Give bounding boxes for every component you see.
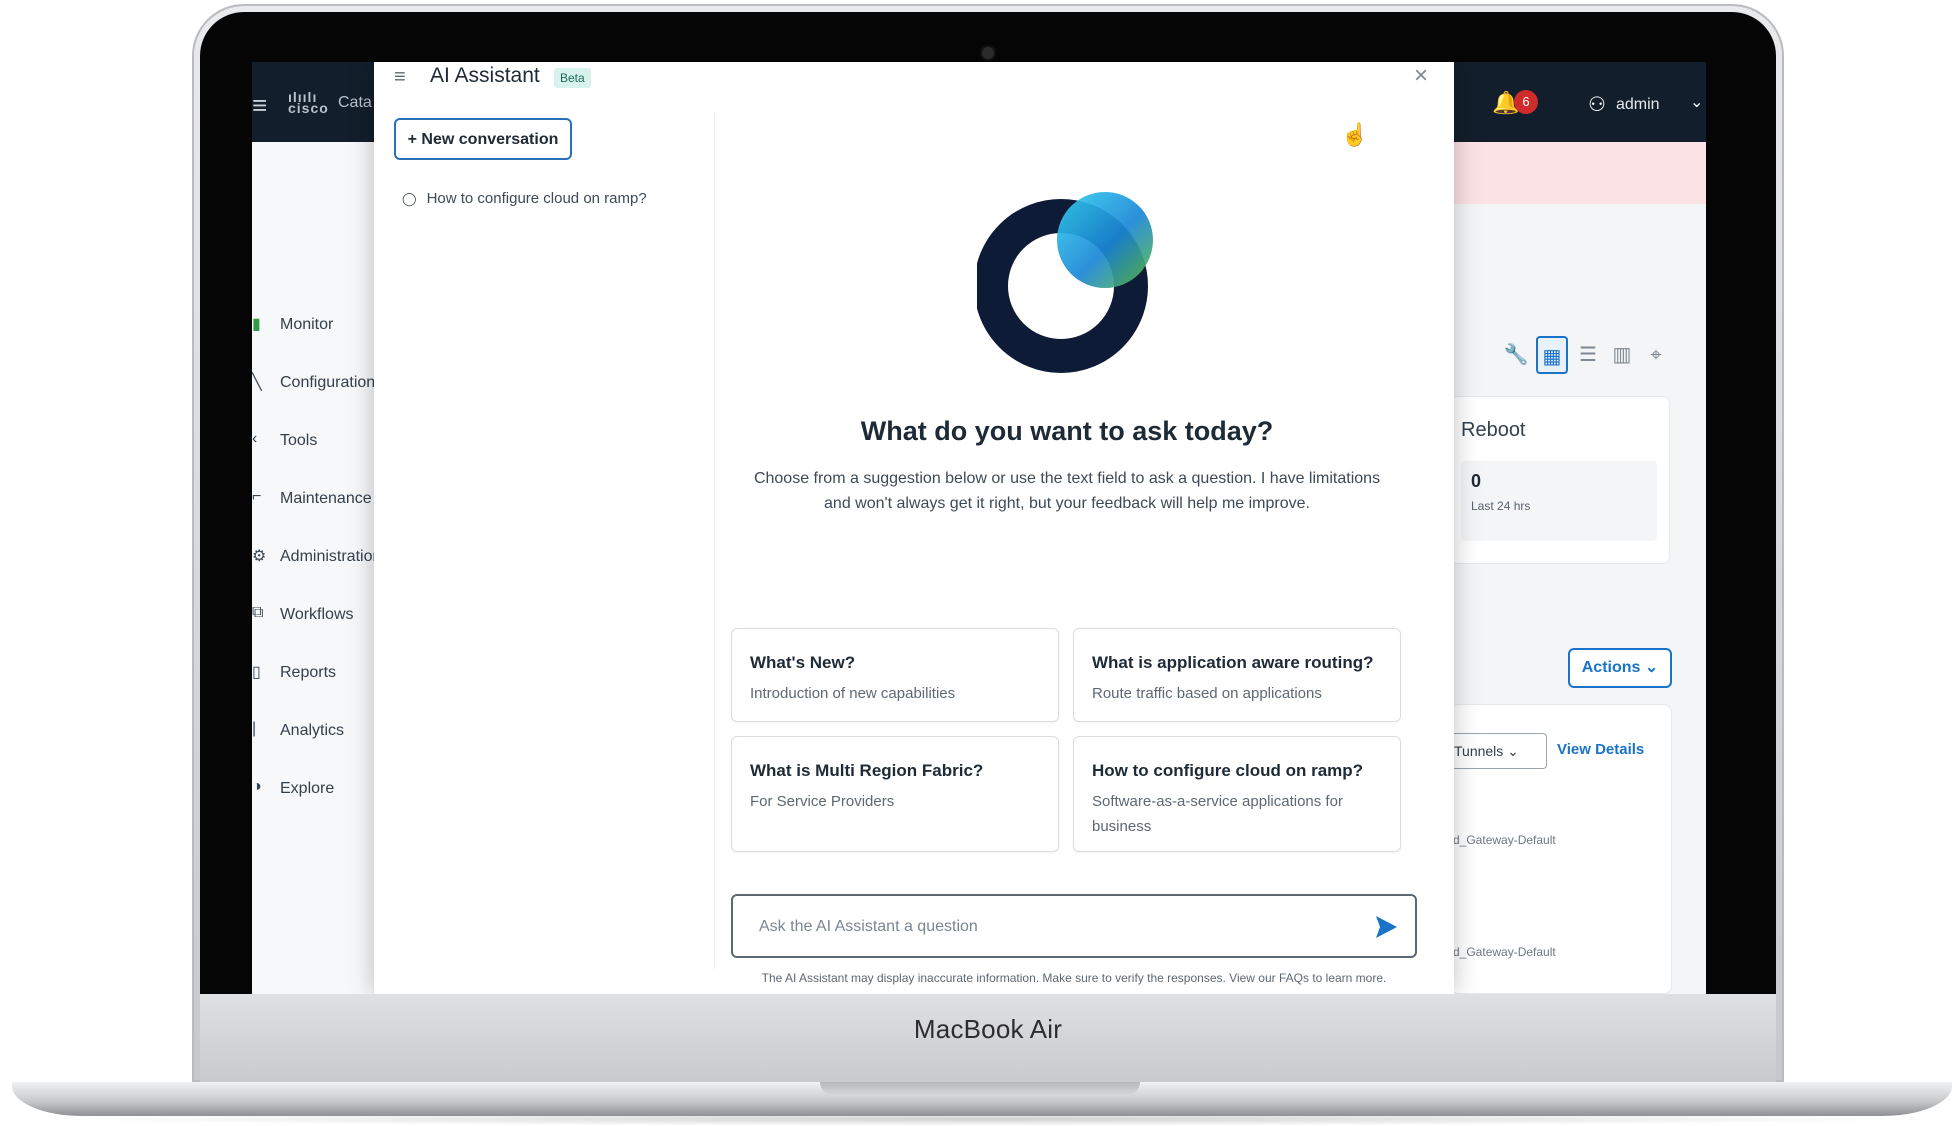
sidebar-item-monitor[interactable]: ▮ Monitor: [252, 312, 392, 340]
sidebar-item-administration[interactable]: ⚙ Administration: [252, 544, 392, 572]
chart-view-icon[interactable]: ▥: [1606, 336, 1638, 374]
chevron-down-icon[interactable]: ⌄: [1690, 92, 1703, 112]
suggestion-subtitle: Route traffic based on applications: [1092, 685, 1322, 702]
cisco-logo: ılıılı cisco: [288, 89, 329, 116]
reboot-title: Reboot: [1461, 419, 1526, 441]
monitor-icon: ▮: [252, 316, 261, 333]
reports-icon: ▯: [252, 664, 261, 681]
tools-icon: ‹: [252, 430, 258, 447]
suggestion-title: What's New?: [750, 653, 856, 672]
list-view-icon[interactable]: ☰: [1572, 336, 1604, 374]
sidebar-item-reports[interactable]: ▯ Reports: [252, 660, 392, 688]
reboot-period: Last 24 hrs: [1471, 499, 1531, 513]
menu-icon[interactable]: ≡: [252, 90, 267, 121]
new-conversation-button[interactable]: + New conversation: [394, 118, 572, 160]
assistant-main-panel: ☝ What do you want to ask today? Choose …: [714, 112, 1418, 985]
sidebar-item-tools[interactable]: ‹ Tools: [252, 428, 392, 456]
suggestion-card[interactable]: What is application aware routing? Route…: [1073, 628, 1401, 722]
sidebar-item-configuration[interactable]: ╲ Configuration: [252, 370, 392, 398]
suggestion-title: What is application aware routing?: [1092, 653, 1374, 672]
ask-input[interactable]: [757, 914, 1317, 940]
suggestion-card[interactable]: How to configure cloud on ramp? Software…: [1073, 736, 1401, 852]
suggestion-card[interactable]: What is Multi Region Fabric? For Service…: [731, 736, 1059, 852]
laptop-opening-notch: [820, 1082, 1140, 1096]
suggestion-subtitle: Introduction of new capabilities: [750, 685, 956, 702]
beta-badge: Beta: [554, 68, 591, 88]
map-pin-icon[interactable]: ⌖: [1640, 336, 1672, 374]
sidebar-item-maintenance[interactable]: ⌐ Maintenance: [252, 486, 392, 514]
configuration-icon: ╲: [252, 374, 262, 391]
app-sidebar: ▮ Monitor ╲ Configuration ‹ Tools ⌐ Maintena…: [252, 142, 382, 994]
grid-view-icon[interactable]: ▦: [1536, 336, 1568, 374]
assistant-title: AI Assistant: [430, 64, 540, 87]
user-icon[interactable]: ⚇: [1588, 92, 1606, 117]
reboot-stat: 0 Last 24 hrs: [1461, 461, 1657, 541]
suggestion-title: How to configure cloud on ramp?: [1092, 761, 1364, 780]
suggestion-title: What is Multi Region Fabric?: [750, 761, 984, 780]
sidebar-item-explore[interactable]: ◑ Explore: [252, 776, 392, 804]
actions-label: Actions: [1581, 659, 1641, 676]
hand-cursor-icon: ☝: [1341, 122, 1369, 147]
gateway-row: d_Gateway-Default: [1453, 833, 1556, 847]
history-item-label: How to configure cloud on ramp?: [426, 190, 647, 207]
gateway-row: d_Gateway-Default: [1453, 945, 1556, 959]
ai-assistant-logo: [977, 192, 1153, 373]
disclaimer-text: The AI Assistant may display inaccurate …: [761, 971, 1387, 985]
send-icon[interactable]: [1369, 910, 1403, 944]
view-details-link[interactable]: View Details: [1557, 741, 1644, 758]
tunnels-dropdown[interactable]: Tunnels ⌄: [1451, 733, 1547, 769]
close-icon[interactable]: ×: [1414, 62, 1428, 90]
camera-icon: [980, 45, 996, 61]
tunnels-label: Tunnels: [1454, 743, 1504, 759]
dashboard-right-panel: 🔧 ▦ ☰ ▥ ⌖ Reboot 0 Last 24 hrs Actions ⌄…: [1450, 204, 1706, 994]
actions-button[interactable]: Actions ⌄: [1568, 648, 1672, 688]
screen: ≡ ılıılı cisco Cata 🔔 6 ⚇ admin ⌄ ▮ Monito…: [252, 62, 1706, 994]
welcome-heading: What do you want to ask today?: [860, 416, 1274, 446]
menu-icon[interactable]: ≡: [394, 66, 406, 89]
explore-icon: ◑: [252, 778, 262, 795]
alert-banner: [1450, 142, 1706, 204]
sidebar-item-analytics[interactable]: | Analytics: [252, 718, 392, 746]
app-name: Cata: [338, 94, 372, 111]
suggestion-card[interactable]: What's New? Introduction of new capabili…: [731, 628, 1059, 722]
ask-input-box: [731, 894, 1417, 958]
reboot-card: Reboot 0 Last 24 hrs: [1450, 396, 1670, 564]
chat-bubble-icon: ◯: [402, 191, 417, 206]
welcome-subtext: Choose from a suggestion below or use th…: [753, 470, 1381, 512]
suggestion-subtitle: For Service Providers: [750, 793, 895, 810]
sidebar-item-workflows[interactable]: ⧉ Workflows: [252, 602, 392, 630]
wrench-icon[interactable]: 🔧: [1500, 336, 1532, 374]
suggestion-subtitle: Software-as-a-service applications for b…: [1092, 793, 1343, 835]
administration-icon: ⚙: [252, 548, 267, 565]
reboot-count: 0: [1471, 471, 1482, 491]
ai-assistant-dialog: ≡ AI Assistant Beta × + New conversation…: [374, 62, 1454, 994]
analytics-icon: |: [252, 720, 257, 737]
notification-badge: 6: [1514, 90, 1538, 114]
tunnels-card: Tunnels ⌄ View Details d_Gateway-Default…: [1450, 704, 1672, 994]
username[interactable]: admin: [1616, 96, 1660, 114]
maintenance-icon: ⌐: [252, 488, 262, 505]
history-item[interactable]: ◯ How to configure cloud on ramp?: [402, 190, 647, 207]
laptop-brand-label: MacBook Air: [913, 1014, 1063, 1044]
workflows-icon: ⧉: [252, 604, 264, 621]
